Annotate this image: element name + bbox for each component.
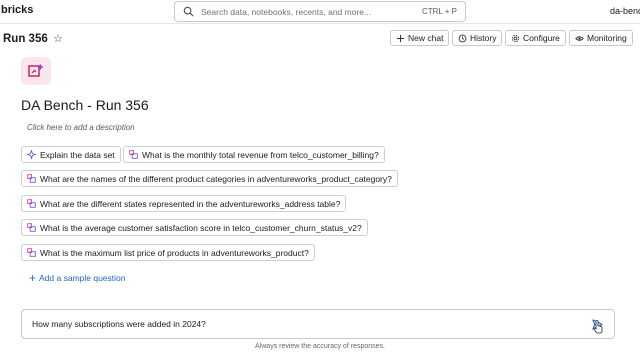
table-chat-icon xyxy=(27,248,36,257)
pointer-cursor-icon xyxy=(593,320,603,334)
eye-icon xyxy=(575,34,584,43)
gear-icon xyxy=(511,34,520,43)
sample-question-chip[interactable]: What are the different states represente… xyxy=(21,195,347,212)
new-chat-button[interactable]: New chat xyxy=(390,30,450,46)
accuracy-disclaimer: Always review the accuracy of responses. xyxy=(255,343,385,350)
chat-input-value[interactable]: How many subscriptions were added in 202… xyxy=(32,319,590,329)
user-menu[interactable]: da-benc xyxy=(610,6,640,16)
table-chat-icon xyxy=(129,150,138,159)
table-chat-icon xyxy=(27,174,36,183)
monitoring-label: Monitoring xyxy=(587,33,627,43)
add-sample-question-label: Add a sample question xyxy=(39,273,126,283)
sample-question-label: What is the average customer satisfactio… xyxy=(40,222,362,233)
sample-question-label: What is the maximum list price of produc… xyxy=(40,247,309,258)
sample-question-chip[interactable]: What is the maximum list price of produc… xyxy=(21,244,315,261)
top-bar: bricks Search data, notebooks, recents, … xyxy=(0,0,640,24)
global-search[interactable]: Search data, notebooks, recents, and mor… xyxy=(174,1,466,22)
plus-icon: + xyxy=(29,270,37,285)
sample-question-label: Explain the data set xyxy=(40,149,115,160)
space-title: Run 356 xyxy=(3,33,48,45)
history-icon xyxy=(458,34,467,43)
sample-question-chip[interactable]: What is the monthly total revenue from t… xyxy=(123,146,385,163)
plus-icon xyxy=(396,34,405,43)
sample-question-chip[interactable]: What are the names of the different prod… xyxy=(21,170,398,187)
search-icon xyxy=(183,6,194,17)
add-sample-question-link[interactable]: + Add a sample question xyxy=(29,270,126,285)
space-header: Run 356 ☆ New chat History Configure Mon… xyxy=(0,28,640,50)
sample-question-label: What are the names of the different prod… xyxy=(40,173,392,184)
configure-button[interactable]: Configure xyxy=(505,30,566,46)
configure-label: Configure xyxy=(523,33,560,43)
search-shortcut: CTRL + P xyxy=(421,7,457,16)
sample-question-label: What are the different states represente… xyxy=(40,198,341,209)
brand-logo-text[interactable]: bricks xyxy=(1,4,33,16)
history-label: History xyxy=(470,33,497,43)
search-placeholder: Search data, notebooks, recents, and mor… xyxy=(201,6,372,17)
table-chat-icon xyxy=(27,223,36,232)
space-avatar-icon xyxy=(21,57,51,85)
page-title: DA Bench - Run 356 xyxy=(21,97,149,113)
sparkle-icon xyxy=(27,150,36,159)
monitoring-button[interactable]: Monitoring xyxy=(569,30,633,46)
table-chat-icon xyxy=(27,199,36,208)
sample-question-chip[interactable]: What is the average customer satisfactio… xyxy=(21,219,368,236)
sample-question-chip[interactable]: Explain the data set xyxy=(21,146,121,163)
new-chat-label: New chat xyxy=(408,33,444,43)
chat-input[interactable]: How many subscriptions were added in 202… xyxy=(21,309,615,339)
chat-add-icon xyxy=(28,64,43,77)
history-button[interactable]: History xyxy=(452,30,503,46)
star-icon[interactable]: ☆ xyxy=(53,32,63,45)
description-placeholder[interactable]: Click here to add a description xyxy=(27,123,135,132)
sample-question-label: What is the monthly total revenue from t… xyxy=(142,149,379,160)
